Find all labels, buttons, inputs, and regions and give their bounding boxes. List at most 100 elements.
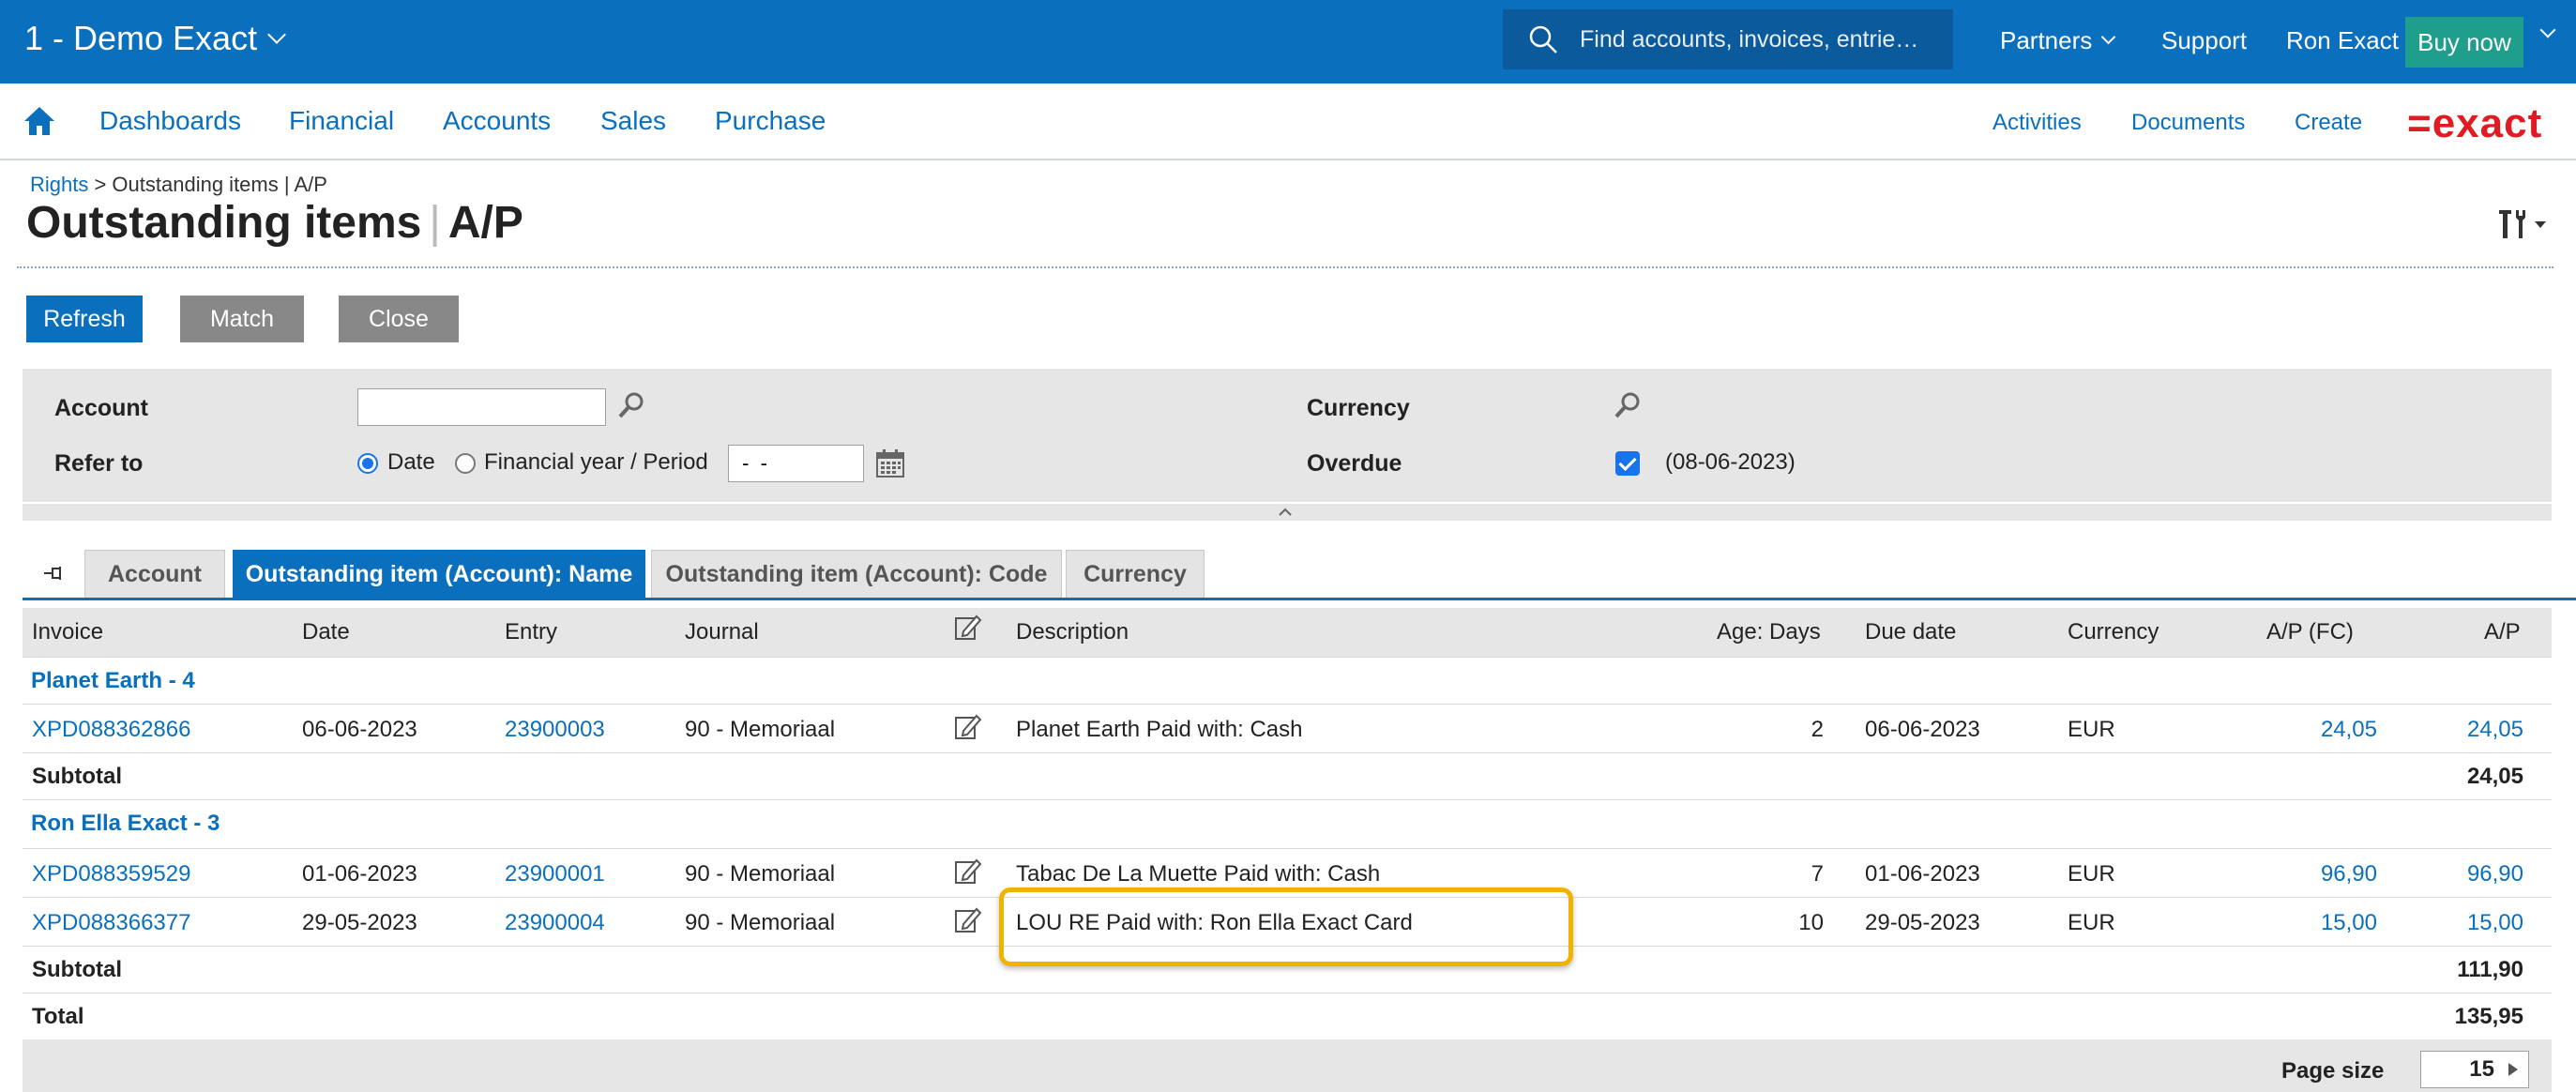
age-cell: 10 <box>1798 910 1824 935</box>
close-button[interactable]: Close <box>339 296 459 342</box>
nav-purchase[interactable]: Purchase <box>715 106 826 136</box>
account-label: Account <box>54 395 148 421</box>
subtotal-value: 24,05 <box>2466 764 2523 789</box>
calendar-icon[interactable] <box>875 448 905 478</box>
subtotal-value: 111,90 <box>2457 957 2523 982</box>
edit-icon[interactable] <box>953 856 983 886</box>
refresh-button[interactable]: Refresh <box>26 296 143 342</box>
invoice-link[interactable]: XPD088362866 <box>32 717 190 743</box>
main-nav: Dashboards Financial Accounts Sales Purc… <box>0 83 2576 160</box>
tab-item-name[interactable]: Outstanding item (Account): Name <box>233 550 645 598</box>
page-title: Outstanding items | A/P <box>26 197 523 249</box>
edit-icon[interactable] <box>953 904 983 934</box>
page-size-label: Page size <box>2281 1058 2385 1084</box>
overdue-checkbox[interactable] <box>1615 451 1640 476</box>
chevron-down-icon[interactable] <box>2539 22 2556 38</box>
currency-lookup-icon[interactable] <box>1612 388 1645 422</box>
date-cell: 01-06-2023 <box>302 861 417 887</box>
pin-icon[interactable] <box>41 561 66 585</box>
due-date-cell: 06-06-2023 <box>1865 717 1980 742</box>
user-menu[interactable]: Ron Exact <box>2286 26 2399 55</box>
overdue-label: Overdue <box>1307 450 1402 477</box>
col-ap[interactable]: A/P <box>2484 619 2521 645</box>
page-title-separator: | <box>429 198 441 248</box>
global-search[interactable] <box>1503 9 1953 69</box>
group-row: Ron Ella Exact - 3 <box>23 799 2552 849</box>
period-radio[interactable] <box>455 453 476 474</box>
nav-activities[interactable]: Activities <box>1993 110 2082 136</box>
currency-label: Currency <box>1307 395 1410 421</box>
page-title-main: Outstanding items <box>26 198 422 248</box>
nav-documents[interactable]: Documents <box>2131 110 2245 136</box>
home-icon[interactable] <box>23 104 56 138</box>
nav-accounts[interactable]: Accounts <box>443 106 551 136</box>
col-description[interactable]: Description <box>1016 619 1129 645</box>
tab-underline <box>23 598 2576 600</box>
buy-now-button[interactable]: Buy now <box>2405 17 2523 68</box>
partners-menu[interactable]: Partners <box>2000 26 2116 55</box>
filter-collapse-bar[interactable] <box>23 504 2552 521</box>
breadcrumb-current: > Outstanding items | A/P <box>88 173 327 196</box>
partners-label: Partners <box>2000 26 2093 54</box>
nav-financial[interactable]: Financial <box>289 106 394 136</box>
chevron-down-icon <box>267 25 286 44</box>
subtotal-row: Subtotal 24,05 <box>23 752 2552 800</box>
top-bar: 1 - Demo Exact Partners Support Ron Exac… <box>0 0 2576 83</box>
refer-to-label: Refer to <box>54 450 144 477</box>
company-name: 1 - Demo Exact <box>24 19 258 57</box>
age-cell: 2 <box>1811 717 1824 742</box>
group-name-link[interactable]: Planet Earth - 4 <box>31 668 195 694</box>
col-currency[interactable]: Currency <box>2068 619 2159 645</box>
ap-link[interactable]: 15,00 <box>2349 910 2523 936</box>
entry-link[interactable]: 23900003 <box>505 717 605 743</box>
breadcrumb-rights-link[interactable]: Rights <box>30 173 88 196</box>
journal-cell: 90 - Memoriaal <box>685 861 836 887</box>
invoice-link[interactable]: XPD088359529 <box>32 861 190 887</box>
tab-item-code[interactable]: Outstanding item (Account): Code <box>651 550 1062 598</box>
total-label: Total <box>32 1004 84 1029</box>
date-radio-label: Date <box>387 449 435 475</box>
col-journal[interactable]: Journal <box>685 619 759 645</box>
currency-cell: EUR <box>2068 717 2115 742</box>
search-icon <box>1529 25 1557 53</box>
entry-link[interactable]: 23900001 <box>505 861 605 887</box>
col-due-date[interactable]: Due date <box>1865 619 1956 645</box>
date-cell: 06-06-2023 <box>302 717 417 742</box>
ap-fc-link[interactable]: 15,00 <box>2180 910 2377 936</box>
col-age[interactable]: Age: Days <box>1717 619 1821 645</box>
breadcrumb: Rights > Outstanding items | A/P <box>30 173 327 197</box>
tools-icon[interactable] <box>2495 205 2552 242</box>
edit-icon[interactable] <box>953 711 983 741</box>
ap-link[interactable]: 96,90 <box>2349 861 2523 887</box>
support-link[interactable]: Support <box>2161 26 2247 55</box>
invoice-link[interactable]: XPD088366377 <box>32 910 190 936</box>
highlight-box <box>999 887 1573 966</box>
tab-currency[interactable]: Currency <box>1066 550 1205 598</box>
nav-create[interactable]: Create <box>2295 110 2362 136</box>
nav-sales[interactable]: Sales <box>600 106 666 136</box>
col-date[interactable]: Date <box>302 619 350 645</box>
col-entry[interactable]: Entry <box>505 619 557 645</box>
ap-fc-link[interactable]: 24,05 <box>2180 717 2377 743</box>
table-row: XPD088362866 06-06-2023 23900003 90 - Me… <box>23 704 2552 753</box>
nav-dashboards[interactable]: Dashboards <box>99 106 241 136</box>
account-input[interactable] <box>357 388 606 426</box>
table-footer <box>23 1039 2552 1092</box>
account-lookup-icon[interactable] <box>615 388 649 422</box>
col-ap-fc[interactable]: A/P (FC) <box>2266 619 2354 645</box>
tab-account[interactable]: Account <box>84 550 225 598</box>
company-selector[interactable]: 1 - Demo Exact <box>24 19 286 58</box>
ap-link[interactable]: 24,05 <box>2349 717 2523 743</box>
date-radio[interactable] <box>357 453 378 474</box>
chevron-up-icon[interactable] <box>1278 508 1293 517</box>
group-name-link[interactable]: Ron Ella Exact - 3 <box>31 811 220 837</box>
col-invoice[interactable]: Invoice <box>32 619 103 645</box>
match-button[interactable]: Match <box>180 296 304 342</box>
ap-fc-link[interactable]: 96,90 <box>2180 861 2377 887</box>
search-input[interactable] <box>1578 24 1938 54</box>
total-row: Total 135,95 <box>23 993 2552 1040</box>
period-input[interactable] <box>728 445 864 482</box>
play-arrow-icon[interactable] <box>2508 1063 2518 1076</box>
title-divider <box>17 266 2553 268</box>
entry-link[interactable]: 23900004 <box>505 910 605 936</box>
